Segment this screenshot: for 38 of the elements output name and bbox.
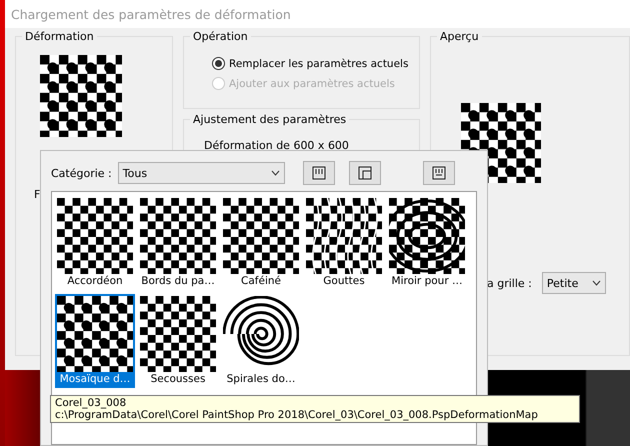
grid-view-button[interactable] (423, 161, 455, 185)
grid-size-dropdown[interactable]: Petite (542, 272, 606, 294)
preset-name: Gouttes (322, 274, 366, 288)
preset-item[interactable]: Miroir pour … (387, 196, 467, 290)
group-title: Ajustement des paramètres (190, 113, 350, 126)
preset-item[interactable]: Caféiné (221, 196, 301, 290)
category-dropdown[interactable]: Tous (118, 162, 285, 184)
grid-icon (312, 166, 326, 180)
preset-name: Secousses (150, 372, 206, 386)
layout-button[interactable] (348, 161, 381, 185)
window-title: Chargement des paramètres de déformation (5, 0, 630, 28)
preset-name: Mosaïque d… (57, 372, 133, 386)
chevron-icon (270, 170, 280, 176)
radio-option[interactable]: Remplacer les paramètres actuels (212, 57, 409, 70)
group-title: Aperçu (437, 30, 482, 43)
preset-name: Caféiné (240, 274, 282, 288)
preset-item[interactable]: Spirales do… (221, 294, 301, 388)
preset-name: Bords du pa… (140, 274, 216, 288)
preset-item[interactable]: Accordéon (55, 196, 135, 290)
preset-name: Accordéon (66, 274, 124, 288)
preset-item[interactable]: Mosaïque d… (55, 294, 135, 388)
label-text: F (34, 188, 40, 201)
preset-item[interactable]: Bords du pa… (138, 196, 218, 290)
grid-label: a grille : (487, 276, 532, 290)
tooltip-text: c:\ProgramData\Corel\Corel PaintShop Pro 2018\Corel_03\Corel_03_008.PspDeformationMap (55, 409, 539, 421)
grid-icon (432, 166, 446, 180)
group-title: Déformation (22, 30, 97, 43)
preset-item[interactable]: Secousses (138, 294, 218, 388)
preset-name: Spirales do… (226, 372, 296, 386)
dimension-text: Déformation de 600 x 600 (204, 139, 349, 152)
preset-name: Miroir pour … (390, 274, 464, 288)
preset-item[interactable]: Gouttes (304, 196, 384, 290)
tooltip-text: Corel_03_008 (55, 397, 128, 409)
window-icon (358, 166, 372, 180)
group-title: Opération (190, 30, 251, 43)
category-label: Catégorie : (51, 166, 112, 180)
grid-view-button[interactable] (302, 161, 335, 185)
chevron-icon (592, 280, 601, 286)
